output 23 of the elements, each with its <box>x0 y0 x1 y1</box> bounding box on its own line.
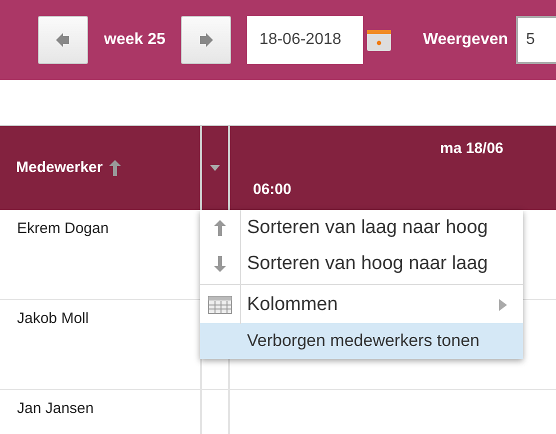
employee-name: Ekrem Dogan <box>17 220 109 237</box>
time-header: 06:00 <box>253 180 292 200</box>
day-header: ma 18/06 <box>440 139 504 159</box>
right-arrow-icon <box>199 32 214 48</box>
down-arrow-icon <box>214 256 226 272</box>
view-label: Weergeven <box>422 30 508 50</box>
next-week-button[interactable] <box>181 16 232 64</box>
previous-week-button[interactable] <box>38 16 88 64</box>
calendar-icon[interactable] <box>367 29 391 51</box>
date-field[interactable]: 18-06-2018 <box>247 16 364 64</box>
employee-name: Jan Jansen <box>17 400 94 417</box>
column-header-label: Medewerker <box>16 158 103 178</box>
up-arrow-icon <box>214 220 226 236</box>
left-arrow-icon <box>56 32 70 48</box>
view-select[interactable]: 5 <box>516 16 556 64</box>
employee-name: Jakob Moll <box>17 310 89 327</box>
columns-icon <box>208 296 232 314</box>
week-label: week 25 <box>104 30 166 50</box>
dropdown-caret-icon[interactable] <box>210 165 220 171</box>
menu-item[interactable]: Kolommen <box>200 287 523 323</box>
menu-item[interactable]: Sorteren van laag naar hoog <box>200 210 523 246</box>
menu-item[interactable]: Verborgen medewerkers tonen <box>200 323 523 359</box>
menu-item[interactable]: Sorteren van hoog naar laag <box>200 246 523 282</box>
